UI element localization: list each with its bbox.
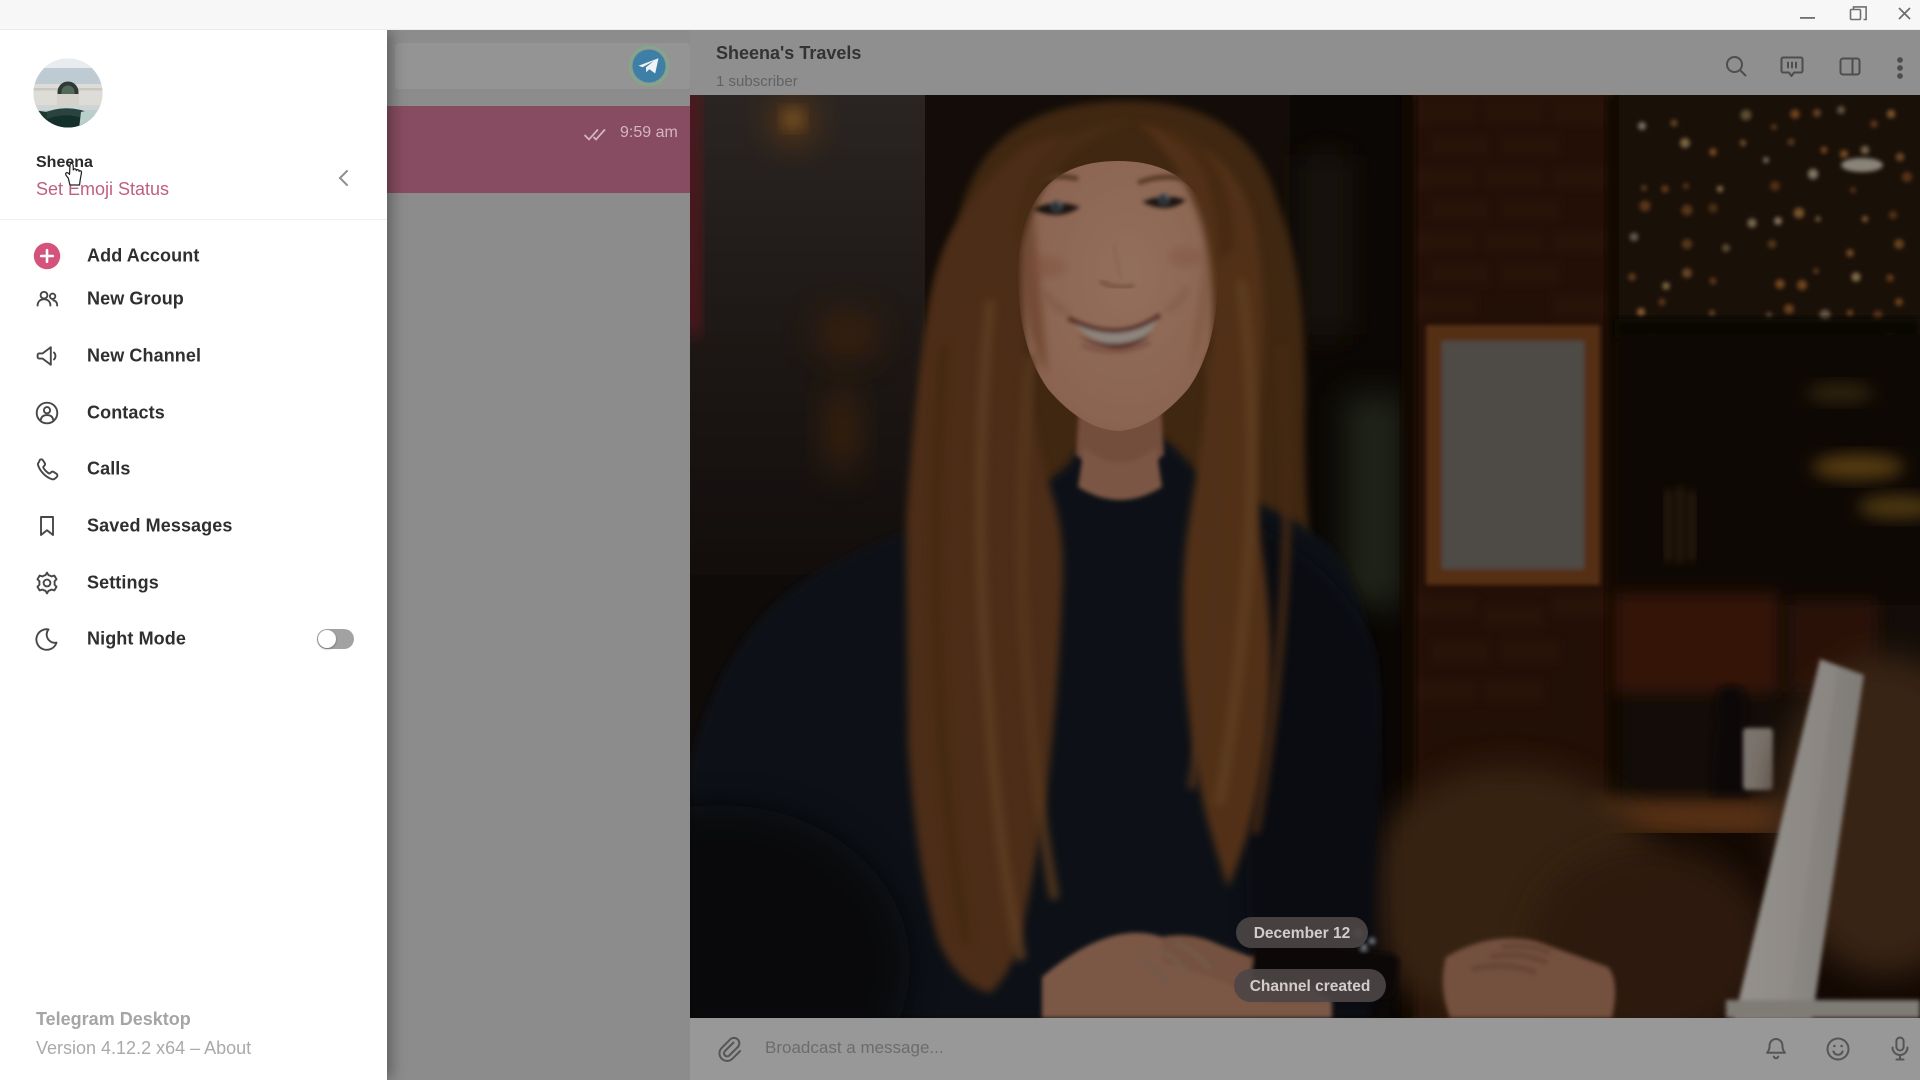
svg-text:Channel created: Channel created (1250, 978, 1371, 995)
svg-text:December 12: December 12 (1254, 925, 1351, 942)
